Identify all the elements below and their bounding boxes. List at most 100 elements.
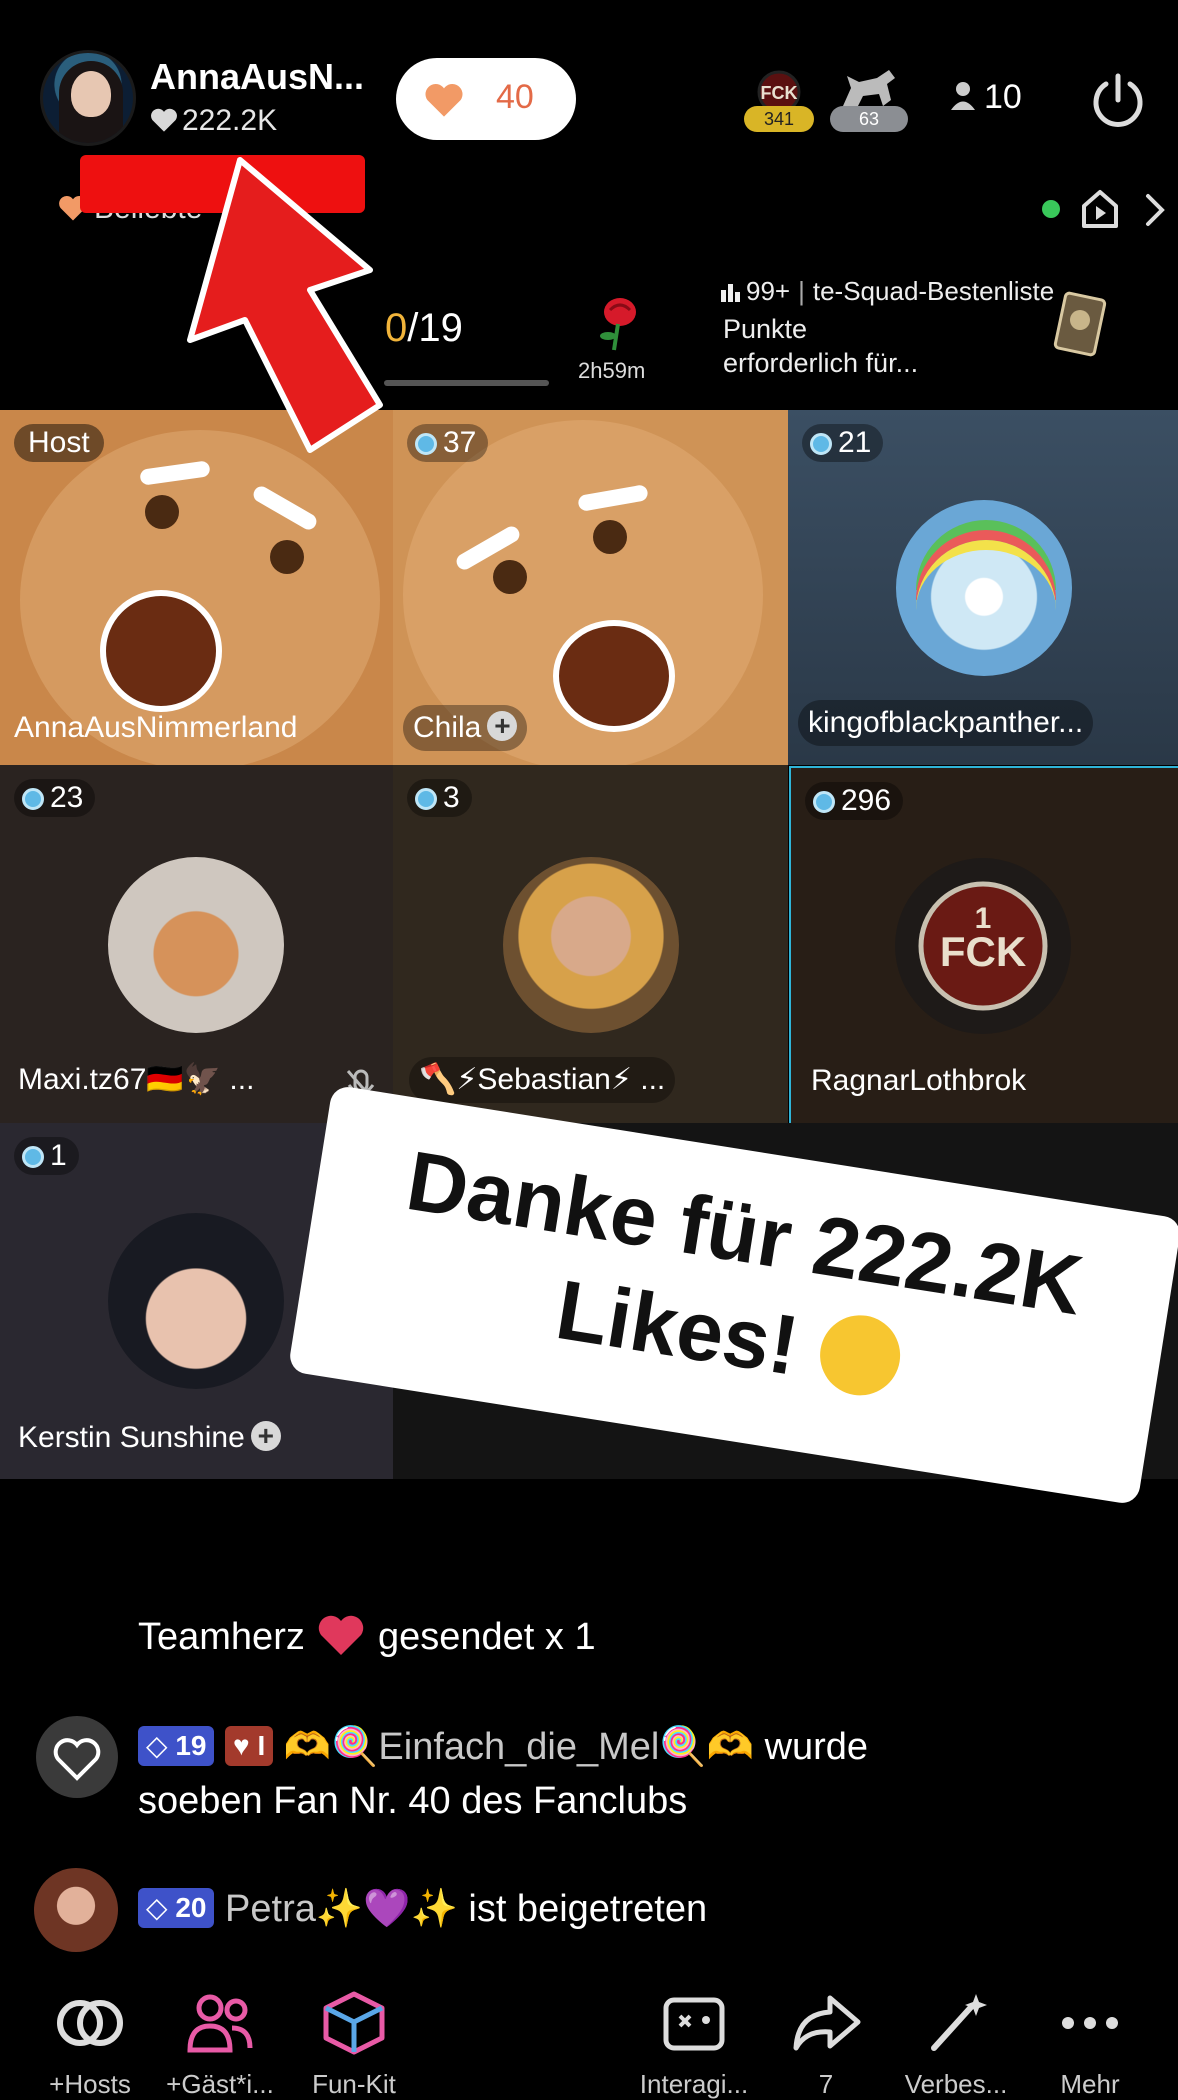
svg-text:FCK: FCK (940, 928, 1026, 975)
tile-level: 3 (407, 779, 472, 817)
eye-left (145, 495, 179, 529)
guests-icon (187, 1994, 253, 2053)
home-play-icon[interactable] (1080, 186, 1120, 230)
tile-name: 🪓⚡Sebastian⚡ ... (409, 1057, 676, 1103)
add-friend-icon[interactable]: + (487, 711, 518, 741)
guest-avatar (503, 857, 679, 1033)
host-likes: 222.2K (150, 104, 277, 138)
svg-text:FCK: FCK (761, 83, 798, 103)
eye-right (270, 540, 304, 574)
fck-logo-icon: 1 FCK (918, 881, 1048, 1011)
interact-label: Interagi... (639, 2069, 749, 2099)
tile-name: RagnarLothbrok (811, 1064, 1027, 1097)
add-guests-label: +Gäst*i... (166, 2069, 274, 2099)
points-line-2: erforderlich für... (723, 348, 919, 378)
share-arrow-icon (793, 1995, 861, 2051)
tile-level-value: 37 (443, 426, 477, 459)
host-name[interactable]: AnnaAusN... (150, 56, 364, 98)
eye-right (593, 520, 627, 554)
rank-label: te-Squad-Bestenliste (812, 276, 1055, 306)
chevron-right-icon[interactable] (1140, 190, 1170, 230)
interact-button[interactable]: Interagi... (624, 1988, 764, 2100)
link-rings-icon (57, 2000, 123, 2046)
user-level: 19 (175, 1730, 207, 1761)
card-icon[interactable] (1050, 290, 1110, 360)
fan-heart-icon (425, 83, 463, 117)
rose-icon[interactable] (590, 292, 644, 352)
guest-name: Chila (413, 711, 482, 744)
tile-level: 23 (14, 779, 96, 817)
chat-join-message: ◇ 20 Petra✨💜✨ ist beigetreten (138, 1882, 707, 1936)
mouth (100, 590, 222, 712)
tile-level: 296 (805, 782, 904, 820)
host-avatar[interactable] (40, 50, 136, 146)
eye-left (493, 560, 527, 594)
guest-avatar (108, 1213, 284, 1389)
fun-kit-label: Fun-Kit (312, 2069, 396, 2099)
fan-level: I (257, 1730, 266, 1761)
user-level-badge: ◇ 20 (138, 1888, 215, 1928)
tile-level-value: 1 (50, 1139, 67, 1172)
fan-text-1: wurde (764, 1726, 869, 1768)
heart-outline-icon (53, 1738, 101, 1781)
join-text: ist beigetreten (468, 1888, 708, 1930)
power-icon[interactable] (1088, 70, 1148, 130)
tile-level-value: 296 (841, 784, 892, 817)
fanclub-chat-icon (36, 1716, 118, 1798)
mouth (553, 620, 675, 732)
guest-avatar: 1 FCK (895, 858, 1071, 1034)
viewer-count[interactable]: 10 (950, 78, 1022, 117)
guest-tile[interactable]: 23 Maxi.tz67🇩🇪🦅 ... (0, 765, 393, 1123)
chat-user-avatar[interactable] (34, 1868, 118, 1952)
add-hosts-button[interactable]: +Hosts (20, 1988, 160, 2100)
viewer-count-value: 10 (984, 78, 1022, 116)
user-level: 20 (175, 1892, 207, 1923)
online-status-dot (1042, 200, 1060, 218)
star-eyes-emoji-icon (814, 1309, 906, 1402)
add-guests-button[interactable]: +Gäst*i... (150, 1988, 290, 2100)
rank-count: 99+ (746, 276, 791, 306)
share-count: 7 (818, 2069, 834, 2099)
gift-text: gesendet x 1 (377, 1616, 596, 1658)
more-button[interactable]: Mehr (1020, 1988, 1160, 2100)
cube-icon (323, 1991, 385, 2055)
fanclub-button[interactable]: 40 (396, 58, 576, 140)
guest-avatar (108, 857, 284, 1033)
tile-level: 1 (14, 1137, 79, 1175)
fck-badge[interactable]: FCK 341 (744, 70, 814, 132)
share-button[interactable]: 7 (756, 1988, 896, 2100)
host-likes-value: 222.2K (182, 104, 278, 137)
guest-tile[interactable]: 21 kingofblackpanther... (788, 410, 1178, 765)
guest-tile[interactable]: 1 FCK 296 RagnarLothbrok (789, 766, 1178, 1125)
ranking-line[interactable]: 99+ | te-Squad-Bestenliste (720, 276, 1054, 307)
person-icon (951, 82, 975, 110)
chat-username[interactable]: 🫶🍭Einfach_die_Mel🍭🫶 (284, 1726, 754, 1768)
enhance-label: Verbes... (904, 2069, 1008, 2099)
guest-tile[interactable]: 37 Chila + (393, 410, 788, 765)
add-friend-icon[interactable]: + (250, 1421, 281, 1451)
points-required: Punkte erforderlich für... (723, 312, 918, 380)
more-dots-icon (1062, 2017, 1118, 2029)
game-controller-icon (663, 1997, 725, 2051)
tile-name: Kerstin Sunshine + (8, 1415, 291, 1461)
guest-avatar (896, 500, 1072, 676)
fun-kit-button[interactable]: Fun-Kit (284, 1988, 424, 2100)
points-line-1: Punkte (723, 314, 808, 344)
chat-gift-message: Teamherz gesendet x 1 (138, 1610, 596, 1664)
chat-username[interactable]: Petra✨💜✨ (225, 1888, 458, 1930)
tile-level: Host (14, 424, 104, 462)
add-hosts-label: +Hosts (49, 2069, 131, 2099)
tile-level-value: 21 (838, 426, 872, 459)
more-label: Mehr (1060, 2069, 1120, 2099)
enhance-button[interactable]: Verbes... (886, 1988, 1026, 2100)
tile-level-value: 3 (443, 781, 460, 814)
tile-name: Maxi.tz67🇩🇪🦅 ... (18, 1063, 255, 1096)
guest-tile[interactable]: 3 🪓⚡Sebastian⚡ ... (393, 765, 788, 1123)
horse-badge-count: 63 (830, 106, 908, 132)
gift-timer: 2h59m (578, 358, 646, 383)
horse-badge[interactable]: 63 (830, 66, 908, 132)
chat-fan-message: ◇ 19 ♥ I 🫶🍭Einfach_die_Mel🍭🫶 wurde soebe… (138, 1720, 868, 1828)
user-level-badge: ◇ 19 (138, 1726, 215, 1766)
host-tile[interactable]: Host AnnaAusNimmerland (0, 410, 393, 765)
host-label: Host (28, 426, 90, 459)
